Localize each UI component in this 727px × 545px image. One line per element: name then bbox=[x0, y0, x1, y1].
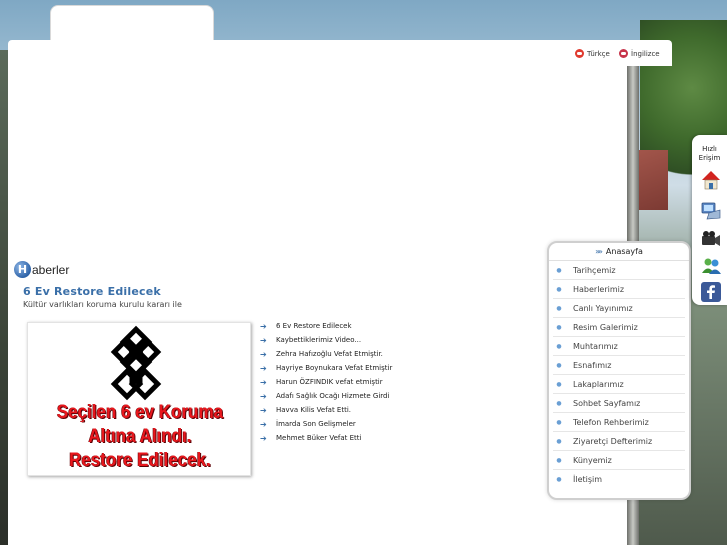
news-heading-label: aberler bbox=[32, 262, 70, 277]
menu-item-telefon-rehberi[interactable]: ● Telefon Rehberimiz bbox=[553, 413, 685, 432]
side-menu: »» Anasayfa ● Tarihçemiz ● Haberlerimiz ● C… bbox=[547, 241, 691, 500]
bullet-icon: ● bbox=[556, 437, 562, 445]
arrow-right-icon: ➔ bbox=[260, 363, 267, 373]
news-item-label: Zehra Hafızoğlu Vefat Etmiştir. bbox=[276, 350, 383, 358]
news-list-item[interactable]: ➔ Hayriye Boynukara Vefat Etmiştir bbox=[260, 361, 392, 375]
menu-home-link[interactable]: »» Anasayfa bbox=[549, 243, 689, 261]
menu-item-resim-galerimiz[interactable]: ● Resim Galerimiz bbox=[553, 318, 685, 337]
news-badge-icon: H bbox=[14, 261, 31, 278]
bullet-icon: ● bbox=[556, 476, 562, 483]
featured-news-image[interactable]: Seçilen 6 ev Koruma Altına Alındı. Resto… bbox=[27, 322, 251, 476]
news-item-label: Mehmet Büker Vefat Etti bbox=[276, 434, 362, 442]
quick-access-title: Hızlı Erişim bbox=[692, 145, 727, 163]
menu-item-ziyaretci-defteri[interactable]: ● Ziyaretçi Defterimiz bbox=[553, 432, 685, 451]
news-section-heading: H aberler bbox=[14, 261, 69, 278]
bullet-icon: ● bbox=[556, 304, 562, 312]
news-list-item[interactable]: ➔ Zehra Hafızoğlu Vefat Etmiştir. bbox=[260, 347, 392, 361]
logo-tab[interactable] bbox=[50, 5, 214, 45]
featured-image-line-2: Altına Alındı. bbox=[88, 424, 192, 447]
menu-item-label: Esnafımız bbox=[573, 360, 612, 370]
bullet-icon: ● bbox=[556, 399, 562, 407]
arrow-right-icon: ➔ bbox=[260, 377, 267, 387]
menu-item-label: Canlı Yayınımız bbox=[573, 303, 633, 313]
featured-news-summary: Kültür varlıkları koruma kurulu kararı i… bbox=[23, 300, 182, 309]
news-list-item[interactable]: ➔ Adafı Sağlık Ocağı Hizmete Girdi bbox=[260, 389, 392, 403]
quick-access-title-line1: Hızlı bbox=[702, 145, 717, 153]
header-bar bbox=[8, 40, 672, 66]
arrow-right-icon: ➔ bbox=[260, 391, 267, 401]
menu-item-esnafimiz[interactable]: ● Esnafımız bbox=[553, 356, 685, 375]
bullet-icon: ● bbox=[556, 456, 562, 464]
menu-item-canli-yayin[interactable]: ● Canlı Yayınımız bbox=[553, 299, 685, 318]
news-list-item[interactable]: ➔ Havva Kilis Vefat Etti. bbox=[260, 403, 392, 417]
bullet-icon: ● bbox=[556, 361, 562, 369]
news-list-item[interactable]: ➔ Mehmet Büker Vefat Etti bbox=[260, 431, 392, 445]
menu-item-label: Ziyaretçi Defterimiz bbox=[573, 436, 653, 446]
news-list: ➔ 6 Ev Restore Edilecek ➔ Kaybettiklerimiz… bbox=[260, 319, 392, 445]
home-icon[interactable] bbox=[701, 170, 721, 190]
video-camera-icon[interactable] bbox=[701, 229, 721, 249]
news-item-label: Kaybettiklerimiz Video... bbox=[276, 336, 362, 344]
featured-image-line-3: Restore Edilecek. bbox=[69, 448, 211, 471]
menu-item-tarihcemiz[interactable]: ● Tarihçemiz bbox=[553, 261, 685, 280]
messenger-icon[interactable] bbox=[701, 256, 721, 276]
news-item-label: Harun ÖZFINDIK vefat etmiştir bbox=[276, 378, 383, 386]
featured-news-title[interactable]: 6 Ev Restore Edilecek bbox=[23, 285, 161, 298]
menu-item-label: Telefon Rehberimiz bbox=[573, 417, 649, 427]
english-flag-icon bbox=[619, 49, 628, 58]
menu-item-label: Haberlerimiz bbox=[573, 284, 625, 294]
bullet-icon: ● bbox=[556, 418, 562, 426]
menu-item-kunyemiz[interactable]: ● Künyemiz bbox=[553, 451, 685, 470]
arrow-right-icon: ➔ bbox=[260, 349, 267, 359]
computer-icon[interactable] bbox=[701, 200, 721, 220]
language-turkish-link[interactable]: Türkçe bbox=[575, 49, 610, 58]
arrow-right-icon: ➔ bbox=[260, 405, 267, 415]
menu-item-label: Künyemiz bbox=[573, 455, 612, 465]
news-list-item[interactable]: ➔ Harun ÖZFINDIK vefat etmiştir bbox=[260, 375, 392, 389]
arrow-right-icon: ➔ bbox=[260, 433, 267, 443]
language-turkish-label: Türkçe bbox=[587, 49, 610, 58]
quick-access-panel: Hızlı Erişim bbox=[692, 135, 727, 305]
arrow-right-icon: ➔ bbox=[260, 335, 267, 345]
menu-item-label: İletişim bbox=[573, 475, 603, 484]
news-list-item[interactable]: ➔ İmarda Son Gelişmeler bbox=[260, 417, 392, 431]
bullet-icon: ● bbox=[556, 323, 562, 331]
menu-title: Anasayfa bbox=[605, 247, 643, 256]
arrow-right-icon: ➔ bbox=[260, 419, 267, 429]
facebook-icon[interactable] bbox=[701, 282, 721, 302]
menu-item-lakaplarimiz[interactable]: ● Lakaplarımız bbox=[553, 375, 685, 394]
news-item-label: İmarda Son Gelişmeler bbox=[276, 420, 356, 428]
bullet-icon: ● bbox=[556, 285, 562, 293]
language-english-link[interactable]: İngilizce bbox=[619, 49, 660, 58]
bullet-icon: ● bbox=[556, 342, 562, 350]
bullet-icon: ● bbox=[556, 380, 562, 388]
menu-item-label: Tarihçemiz bbox=[573, 265, 616, 275]
language-english-label: İngilizce bbox=[631, 49, 660, 58]
news-list-item[interactable]: ➔ Kaybettiklerimiz Video... bbox=[260, 333, 392, 347]
news-item-label: 6 Ev Restore Edilecek bbox=[276, 322, 352, 330]
menu-item-iletisim[interactable]: ● İletişim bbox=[553, 470, 685, 489]
menu-item-label: Sohbet Sayfamız bbox=[573, 398, 641, 408]
news-list-item[interactable]: ➔ 6 Ev Restore Edilecek bbox=[260, 319, 392, 333]
arrow-right-icon: ➔ bbox=[260, 321, 267, 331]
news-item-label: Hayriye Boynukara Vefat Etmiştir bbox=[276, 364, 393, 372]
menu-item-sohbet[interactable]: ● Sohbet Sayfamız bbox=[553, 394, 685, 413]
news-item-label: Adafı Sağlık Ocağı Hizmete Girdi bbox=[276, 392, 390, 400]
quick-access-title-line2: Erişim bbox=[698, 153, 721, 162]
menu-item-muhtarimiz[interactable]: ● Muhtarımız bbox=[553, 337, 685, 356]
turkish-flag-icon bbox=[575, 49, 584, 58]
menu-item-label: Muhtarımız bbox=[573, 341, 618, 351]
news-item-label: Havva Kilis Vefat Etti. bbox=[276, 406, 352, 414]
menu-item-label: Lakaplarımız bbox=[573, 379, 624, 389]
featured-image-line-1: Seçilen 6 ev Koruma bbox=[56, 400, 224, 423]
double-chevron-icon: »» bbox=[595, 247, 603, 256]
menu-item-haberlerimiz[interactable]: ● Haberlerimiz bbox=[553, 280, 685, 299]
menu-item-label: Resim Galerimiz bbox=[573, 322, 638, 332]
bullet-icon: ● bbox=[556, 266, 562, 274]
